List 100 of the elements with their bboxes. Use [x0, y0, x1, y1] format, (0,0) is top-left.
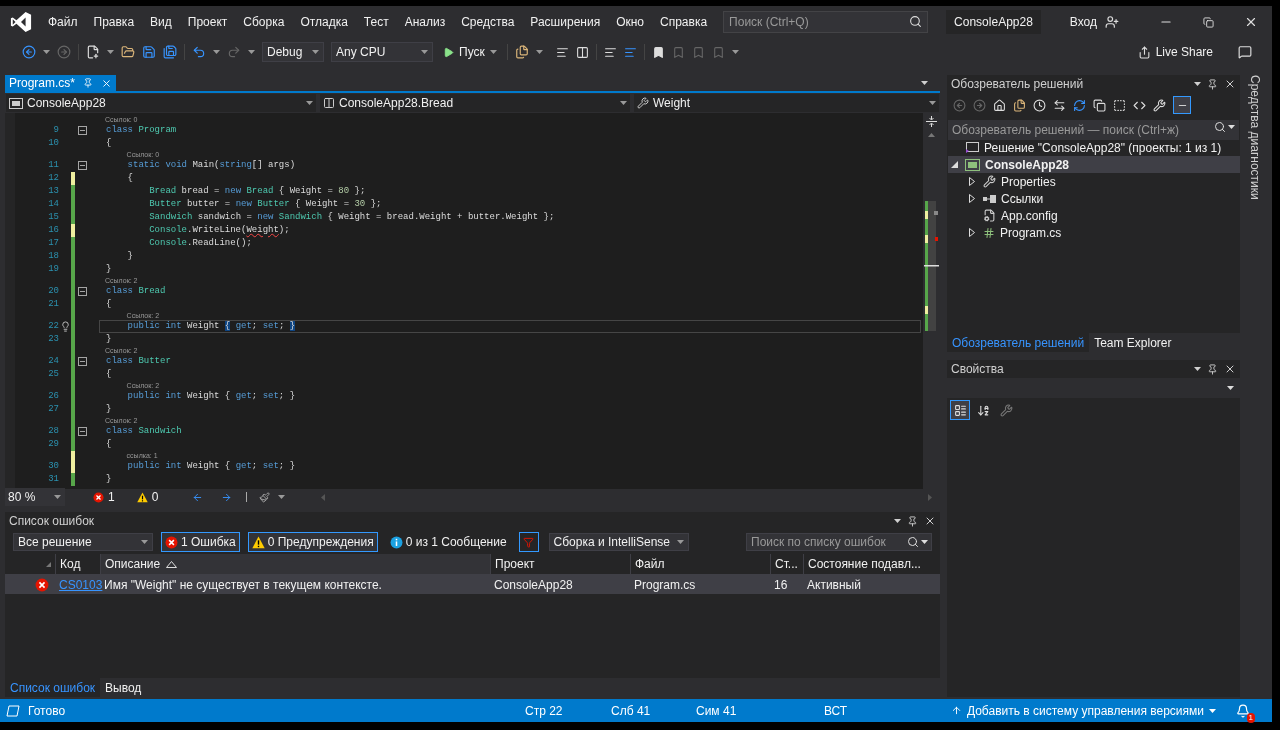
- panel-tab[interactable]: Team Explorer: [1089, 333, 1177, 352]
- column-header[interactable]: Ст...: [770, 554, 803, 574]
- menu-item[interactable]: Файл: [40, 13, 86, 31]
- side-tab[interactable]: Средства диагностики: [1246, 75, 1264, 200]
- menu-item[interactable]: Правка: [85, 13, 143, 31]
- new-project-icon[interactable]: [86, 45, 100, 59]
- menu-item[interactable]: Справка: [652, 13, 716, 31]
- caret-icon: [312, 50, 319, 54]
- back-icon[interactable]: [22, 45, 36, 59]
- collapse-icon[interactable]: [78, 357, 87, 366]
- search-field[interactable]: Обозреватель решений — поиск (Ctrl+ж): [948, 120, 1239, 140]
- forward-icon[interactable]: [973, 98, 986, 112]
- source-control-button[interactable]: Добавить в систему управления версиями: [950, 701, 1216, 720]
- menu-item[interactable]: Окно: [608, 13, 653, 31]
- lightbulb-icon[interactable]: [59, 321, 71, 332]
- notification-icon[interactable]: [1236, 703, 1250, 718]
- bookmark-icon[interactable]: [651, 45, 665, 59]
- menu-item[interactable]: Средства: [453, 13, 523, 31]
- error-count[interactable]: 1: [108, 488, 115, 506]
- column-header[interactable]: Файл: [630, 554, 770, 574]
- caret-icon: [489, 50, 497, 54]
- back-icon[interactable]: [953, 98, 966, 112]
- preview-button[interactable]: [1173, 96, 1191, 114]
- redo-icon[interactable]: [227, 45, 241, 59]
- pin-icon[interactable]: [907, 515, 918, 527]
- tree-item[interactable]: Properties: [966, 173, 1240, 190]
- menu-item[interactable]: Проект: [179, 13, 236, 31]
- platform-dropdown[interactable]: Any CPU: [331, 42, 433, 62]
- tree-item[interactable]: App.config: [966, 207, 1240, 224]
- tree-item[interactable]: Program.cs: [966, 224, 1240, 241]
- search-field[interactable]: Поиск по списку ошибок: [746, 533, 932, 551]
- menu-item[interactable]: Анализ: [396, 13, 454, 31]
- refresh-icon[interactable]: [1073, 98, 1086, 112]
- column-header[interactable]: Состояние подавл...: [803, 554, 920, 574]
- menu-item[interactable]: Тест: [355, 13, 397, 31]
- feedback-icon[interactable]: [1238, 45, 1252, 59]
- next-bookmark-icon[interactable]: [691, 45, 705, 59]
- split-icon[interactable]: [926, 116, 937, 127]
- sync-icon[interactable]: [1053, 98, 1066, 112]
- configuration-dropdown[interactable]: Debug: [262, 42, 324, 62]
- save-all-icon[interactable]: [163, 45, 177, 59]
- close-icon[interactable]: [1244, 15, 1258, 29]
- history-icon[interactable]: [1033, 98, 1046, 112]
- filter-button[interactable]: 0 из 1 Сообщение: [385, 532, 511, 552]
- error-row[interactable]: CS0103 Имя "Weight" не существует в текущем контексте. ConsoleApp28 Program.cs 16 Активный: [5, 575, 940, 594]
- column-header[interactable]: Проект: [490, 554, 630, 574]
- build-filter-dropdown[interactable]: Сборка и IntelliSense: [548, 533, 689, 551]
- live-share-button[interactable]: Live Share: [1137, 43, 1213, 61]
- filter-toggle-button[interactable]: [518, 532, 539, 552]
- close-icon[interactable]: [1224, 363, 1236, 375]
- sign-in-button[interactable]: Вход: [1069, 13, 1119, 31]
- undo-icon[interactable]: [192, 45, 206, 59]
- zoom-dropdown[interactable]: 80 %: [5, 488, 65, 506]
- scope-dropdown[interactable]: Все решение: [13, 533, 153, 551]
- menu-item[interactable]: Отладка: [292, 13, 356, 31]
- clear-bookmarks-icon[interactable]: [711, 45, 725, 59]
- search-field[interactable]: Поиск (Ctrl+Q): [723, 11, 929, 33]
- menu-item[interactable]: Расширения: [522, 13, 609, 31]
- categorized-button[interactable]: [950, 400, 970, 420]
- overview-scrollbar-drawing[interactable]: [924, 131, 939, 331]
- document-tab[interactable]: Program.cs*: [5, 75, 117, 91]
- tree-item[interactable]: Ссылки: [966, 190, 1240, 207]
- close-icon[interactable]: [1224, 78, 1236, 90]
- panel-tab[interactable]: Список ошибок: [5, 678, 101, 697]
- menu-item[interactable]: Сборка: [235, 13, 293, 31]
- properties-icon[interactable]: [1153, 98, 1166, 112]
- navigation-dropdown[interactable]: ConsoleApp28: [6, 94, 316, 112]
- restore-icon[interactable]: [1203, 16, 1214, 28]
- collapse-icon[interactable]: [78, 427, 87, 436]
- expanded-arrow-icon[interactable]: [950, 161, 958, 168]
- back-icon[interactable]: [192, 491, 204, 503]
- panel-tab[interactable]: Вывод: [100, 678, 147, 697]
- collapse-all-icon[interactable]: [1093, 98, 1106, 112]
- code-line: static void Main(string[] args): [126, 159, 297, 172]
- save-icon[interactable]: [142, 45, 156, 59]
- warning-count[interactable]: 0: [151, 488, 159, 506]
- close-icon[interactable]: [924, 515, 936, 527]
- navigation-dropdown[interactable]: ConsoleApp28.Bread: [320, 94, 630, 112]
- references-icon: [983, 194, 996, 203]
- collapse-icon[interactable]: [78, 161, 87, 170]
- brush-icon[interactable]: [259, 491, 271, 503]
- start-button[interactable]: Пуск: [440, 43, 500, 61]
- open-folder-icon[interactable]: [121, 45, 135, 59]
- pin-icon[interactable]: [1207, 363, 1218, 375]
- panel-tab[interactable]: Обозреватель решений: [947, 333, 1090, 352]
- previous-bookmark-icon[interactable]: [671, 45, 685, 59]
- pin-icon[interactable]: [83, 78, 94, 88]
- collapse-icon[interactable]: [78, 126, 87, 135]
- forward-icon[interactable]: [221, 491, 233, 503]
- collapse-icon[interactable]: [78, 287, 87, 296]
- tree-item[interactable]: Решение "ConsoleApp28" (проекты: 1 из 1): [948, 139, 1240, 156]
- home-icon[interactable]: [993, 98, 1006, 112]
- navigation-dropdown[interactable]: Weight: [634, 94, 939, 112]
- column-header[interactable]: Описание: [100, 554, 490, 574]
- tree-item[interactable]: ConsoleApp28: [948, 156, 1240, 173]
- pin-icon[interactable]: [1207, 78, 1218, 90]
- filter-button[interactable]: 0 Предупреждения: [247, 532, 378, 552]
- menu-item[interactable]: Вид: [142, 13, 180, 31]
- collapsed-arrow-icon[interactable]: [969, 228, 975, 237]
- filter-button[interactable]: 1 Ошибка: [161, 532, 240, 552]
